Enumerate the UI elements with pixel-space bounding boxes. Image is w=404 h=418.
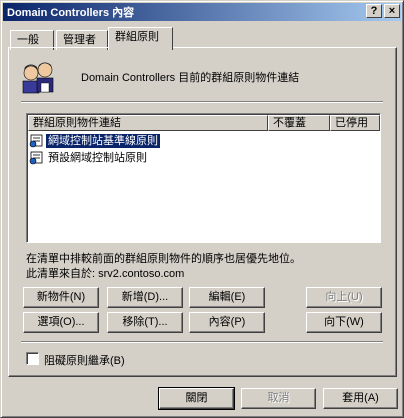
- tab-group-policy[interactable]: 群組原則: [108, 27, 173, 50]
- order-info-text: 在清單中排較前面的群組原則物件的順序也居優先地位。: [26, 253, 301, 265]
- add-button[interactable]: 新增(D)...: [107, 287, 183, 308]
- users-icon: [21, 59, 61, 95]
- close-button[interactable]: 關閉: [158, 387, 235, 410]
- tab-group-policy-label: 群組原則: [115, 31, 159, 43]
- help-button[interactable]: ?: [366, 4, 382, 18]
- column-header-no-override[interactable]: 不覆蓋: [268, 115, 330, 131]
- apply-button[interactable]: 套用(A): [323, 388, 398, 409]
- options-button[interactable]: 選項(O)...: [23, 312, 99, 333]
- list-item-label: 預設網域控制站原則: [48, 151, 147, 164]
- list-item[interactable]: 預設網域控制站原則: [29, 150, 378, 165]
- divider-top: [21, 101, 383, 103]
- list-item[interactable]: 網域控制站基準線原則: [29, 133, 378, 148]
- tab-managed-by-label: 管理者: [63, 34, 96, 46]
- close-title-button[interactable]: ×: [384, 4, 400, 18]
- column-header-disabled[interactable]: 已停用: [330, 115, 380, 131]
- remove-button[interactable]: 移除(T)...: [107, 312, 183, 333]
- gpo-scroll-icon: [29, 150, 45, 165]
- header-text: Domain Controllers 目前的群組原則物件連結: [81, 72, 300, 84]
- properties-button[interactable]: 內容(P): [189, 312, 265, 333]
- move-down-button[interactable]: 向下(W): [306, 312, 382, 333]
- new-object-button[interactable]: 新物件(N): [23, 287, 99, 308]
- title-bar[interactable]: Domain Controllers 內容: [3, 3, 401, 21]
- block-inheritance-checkbox[interactable]: [26, 352, 39, 365]
- block-inheritance-label[interactable]: 阻礙原則繼承(B): [44, 352, 125, 368]
- column-header-gpo-links[interactable]: 群組原則物件連結: [28, 115, 268, 131]
- edit-button[interactable]: 編輯(E): [189, 287, 265, 308]
- gpo-link-list[interactable]: 群組原則物件連結 不覆蓋 已停用 網域控制站基準線原則 預設網域控制站原則: [26, 113, 381, 243]
- properties-dialog: Domain Controllers 內容 ? × 一般 管理者 群組原則 Do…: [0, 0, 404, 418]
- list-item-label: 網域控制站基準線原則: [46, 133, 160, 148]
- source-info-text: 此清單來自於: srv2.contoso.com: [26, 268, 185, 280]
- gpo-scroll-icon: [29, 133, 45, 148]
- move-up-button[interactable]: 向上(U): [306, 287, 382, 308]
- divider-bottom: [21, 341, 383, 343]
- tab-general-label: 一般: [17, 34, 39, 46]
- cancel-button[interactable]: 取消: [241, 388, 316, 409]
- window-title: Domain Controllers 內容: [7, 7, 135, 19]
